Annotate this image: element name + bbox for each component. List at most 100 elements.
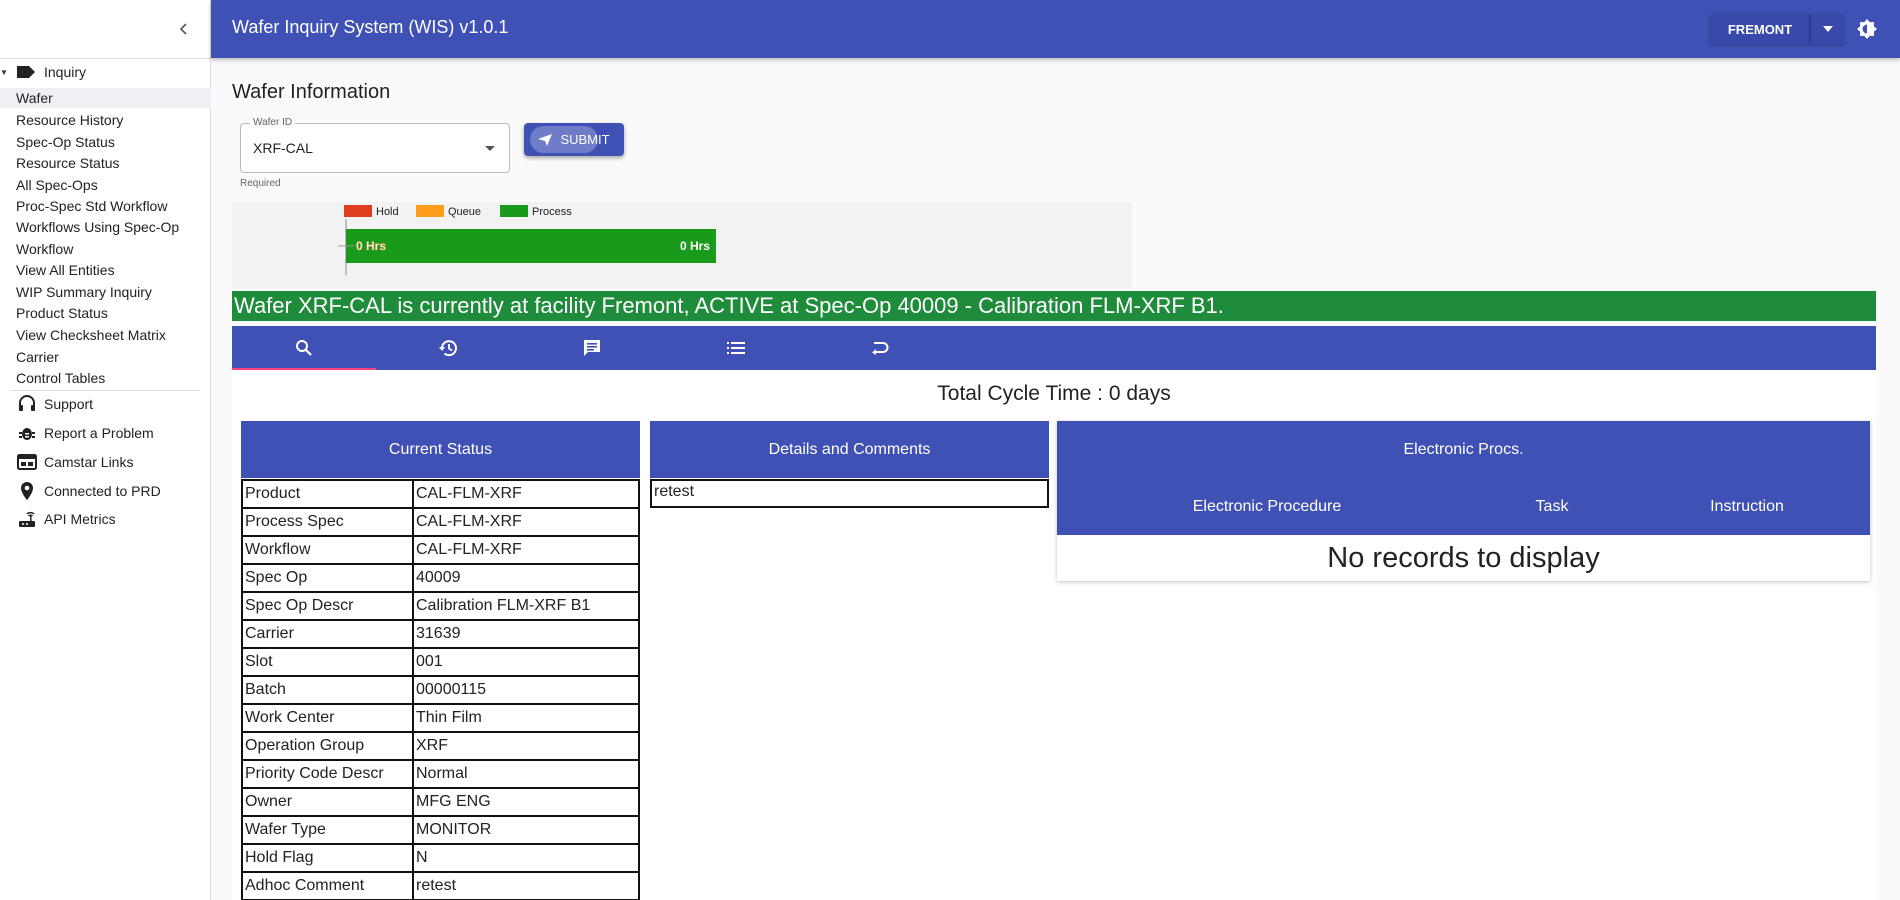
- sidebar-item-camstar-links[interactable]: Camstar Links: [0, 449, 211, 475]
- row-value: 001: [412, 647, 640, 677]
- electronic-procs-panel: Electronic Procs. Electronic Procedure T…: [1057, 421, 1870, 581]
- bar-end-label: 0 Hrs: [680, 239, 710, 253]
- map-pin-icon: [15, 481, 39, 501]
- total-cycle-time: Total Cycle Time : 0 days: [937, 382, 1171, 405]
- legend-label-hold: Hold: [376, 206, 399, 218]
- sidebar-item-label: API Metrics: [44, 511, 116, 527]
- sidebar-item-proc-spec-std-workflow[interactable]: Proc-Spec Std Workflow: [0, 196, 211, 216]
- sidebar-item-carrier[interactable]: Carrier: [0, 347, 211, 367]
- sidebar-item-view-checksheet-matrix[interactable]: View Checksheet Matrix: [0, 325, 211, 345]
- column-header-electronic-procedure[interactable]: Electronic Procedure: [1057, 478, 1477, 535]
- chart-canvas: Hold Queue Process 0 Hrs 0 Hrs: [338, 205, 716, 275]
- app-title: Wafer Inquiry System (WIS) v1.0.1: [232, 17, 509, 37]
- sidebar-item-product-status[interactable]: Product Status: [0, 303, 211, 323]
- table-row: Product CAL-FLM-XRF: [241, 479, 640, 509]
- tab-search[interactable]: [232, 326, 376, 370]
- sidebar-item-support[interactable]: Support: [0, 391, 211, 417]
- undo-icon: [872, 342, 889, 355]
- current-status-table: Product CAL-FLM-XRF Process Spec CAL-FLM-X…: [241, 479, 640, 900]
- sidebar-divider: [0, 58, 211, 59]
- bug-icon: [15, 424, 39, 442]
- electronic-procs-header: Electronic Procs.: [1057, 421, 1870, 478]
- page-title: Wafer Information: [232, 81, 391, 103]
- sidebar-item-spec-op-status[interactable]: Spec-Op Status: [0, 132, 211, 152]
- table-row: Owner MFG ENG: [241, 787, 640, 817]
- sidebar-item-view-all-entities[interactable]: View All Entities: [0, 260, 211, 280]
- sidebar-item-workflows-using-spec-op[interactable]: Workflows Using Spec-Op: [0, 217, 211, 237]
- row-key: Adhoc Comment: [241, 871, 414, 900]
- comment-icon: [584, 340, 600, 356]
- table-row: Hold Flag N: [241, 843, 640, 873]
- tab-undo[interactable]: [808, 326, 952, 370]
- table-row: Spec Op Descr Calibration FLM-XRF B1: [241, 591, 640, 621]
- caret-down-icon: [485, 146, 495, 151]
- column-header-task[interactable]: Task: [1477, 478, 1627, 535]
- row-key: Workflow: [241, 535, 414, 565]
- nav-group-inquiry[interactable]: ▼ Inquiry: [0, 62, 211, 82]
- router-icon: [15, 510, 39, 528]
- sidebar-item-connected-to-prd[interactable]: Connected to PRD: [0, 478, 211, 504]
- row-value: Normal: [412, 759, 640, 789]
- row-key: Hold Flag: [241, 843, 414, 873]
- row-key: Wafer Type: [241, 815, 414, 845]
- details-header: Details and Comments: [650, 421, 1049, 478]
- comment-cell: retest: [650, 479, 1049, 508]
- status-banner: Wafer XRF-CAL is currently at facility F…: [232, 291, 1876, 321]
- table-row: Slot 001: [241, 647, 640, 677]
- send-icon: [538, 133, 553, 146]
- chevron-left-icon: [179, 23, 187, 35]
- sidebar-item-report-a-problem[interactable]: Report a Problem: [0, 420, 211, 446]
- row-value: XRF: [412, 731, 640, 761]
- table-row: Adhoc Comment retest: [241, 871, 640, 900]
- sidebar-item-workflow[interactable]: Workflow: [0, 239, 211, 259]
- headset-icon: [15, 394, 39, 414]
- row-key: Carrier: [241, 619, 414, 649]
- legend-label-queue: Queue: [448, 206, 481, 218]
- table-row: Carrier 31639: [241, 619, 640, 649]
- sidebar: ▼ Inquiry Wafer Resource History Spec-Op…: [0, 0, 211, 900]
- nav-group-label: Inquiry: [44, 64, 87, 80]
- table-row: Work Center Thin Film: [241, 703, 640, 733]
- sidebar-item-wafer[interactable]: Wafer: [0, 88, 211, 108]
- empty-message: No records to display: [1327, 541, 1600, 574]
- tab-list[interactable]: [664, 326, 808, 370]
- caret-down-icon: [1822, 26, 1833, 32]
- row-value: Thin Film: [412, 703, 640, 733]
- sidebar-item-label: Support: [44, 396, 94, 412]
- cycle-time-chart: Hold Queue Process 0 Hrs 0 Hrs: [232, 202, 1132, 288]
- sidebar-item-api-metrics[interactable]: API Metrics: [0, 506, 211, 532]
- row-key: Operation Group: [241, 731, 414, 761]
- legend-label-process: Process: [532, 206, 572, 218]
- collapse-sidebar-button[interactable]: [172, 17, 196, 41]
- column-header-instruction[interactable]: Instruction: [1627, 478, 1867, 535]
- site-dropdown-button[interactable]: [1810, 14, 1844, 44]
- sidebar-item-resource-status[interactable]: Resource Status: [0, 153, 211, 173]
- sidebar-item-all-spec-ops[interactable]: All Spec-Ops: [0, 175, 211, 195]
- electronic-procs-column-headers: Electronic Procedure Task Instruction: [1057, 478, 1870, 535]
- legend-swatch-hold: [344, 205, 372, 217]
- tab-history[interactable]: [376, 326, 520, 370]
- wafer-id-label: Wafer ID: [250, 117, 296, 128]
- history-icon: [439, 340, 457, 357]
- theme-toggle-button[interactable]: [1853, 15, 1881, 43]
- current-status-header: Current Status: [241, 421, 640, 478]
- sidebar-item-control-tables[interactable]: Control Tables: [0, 368, 211, 388]
- row-value: 31639: [412, 619, 640, 649]
- submit-button[interactable]: SUBMIT: [524, 123, 624, 156]
- bar-start-label: 0 Hrs: [356, 239, 386, 253]
- search-icon: [296, 340, 312, 356]
- caret-down-icon: ▼: [0, 67, 8, 77]
- sidebar-item-wip-summary-inquiry[interactable]: WIP Summary Inquiry: [0, 282, 211, 302]
- row-value: CAL-FLM-XRF: [412, 479, 640, 509]
- sidebar-item-label: Connected to PRD: [44, 483, 161, 499]
- row-key: Process Spec: [241, 507, 414, 537]
- tab-comments[interactable]: [520, 326, 664, 370]
- table-row: Operation Group XRF: [241, 731, 640, 761]
- row-value: N: [412, 843, 640, 873]
- web-icon: [15, 454, 39, 470]
- sidebar-item-resource-history[interactable]: Resource History: [0, 110, 211, 130]
- row-value: CAL-FLM-XRF: [412, 507, 640, 537]
- table-row: Spec Op 40009: [241, 563, 640, 593]
- site-select-button[interactable]: FREMONT: [1710, 14, 1810, 44]
- sidebar-item-label: Camstar Links: [44, 454, 134, 470]
